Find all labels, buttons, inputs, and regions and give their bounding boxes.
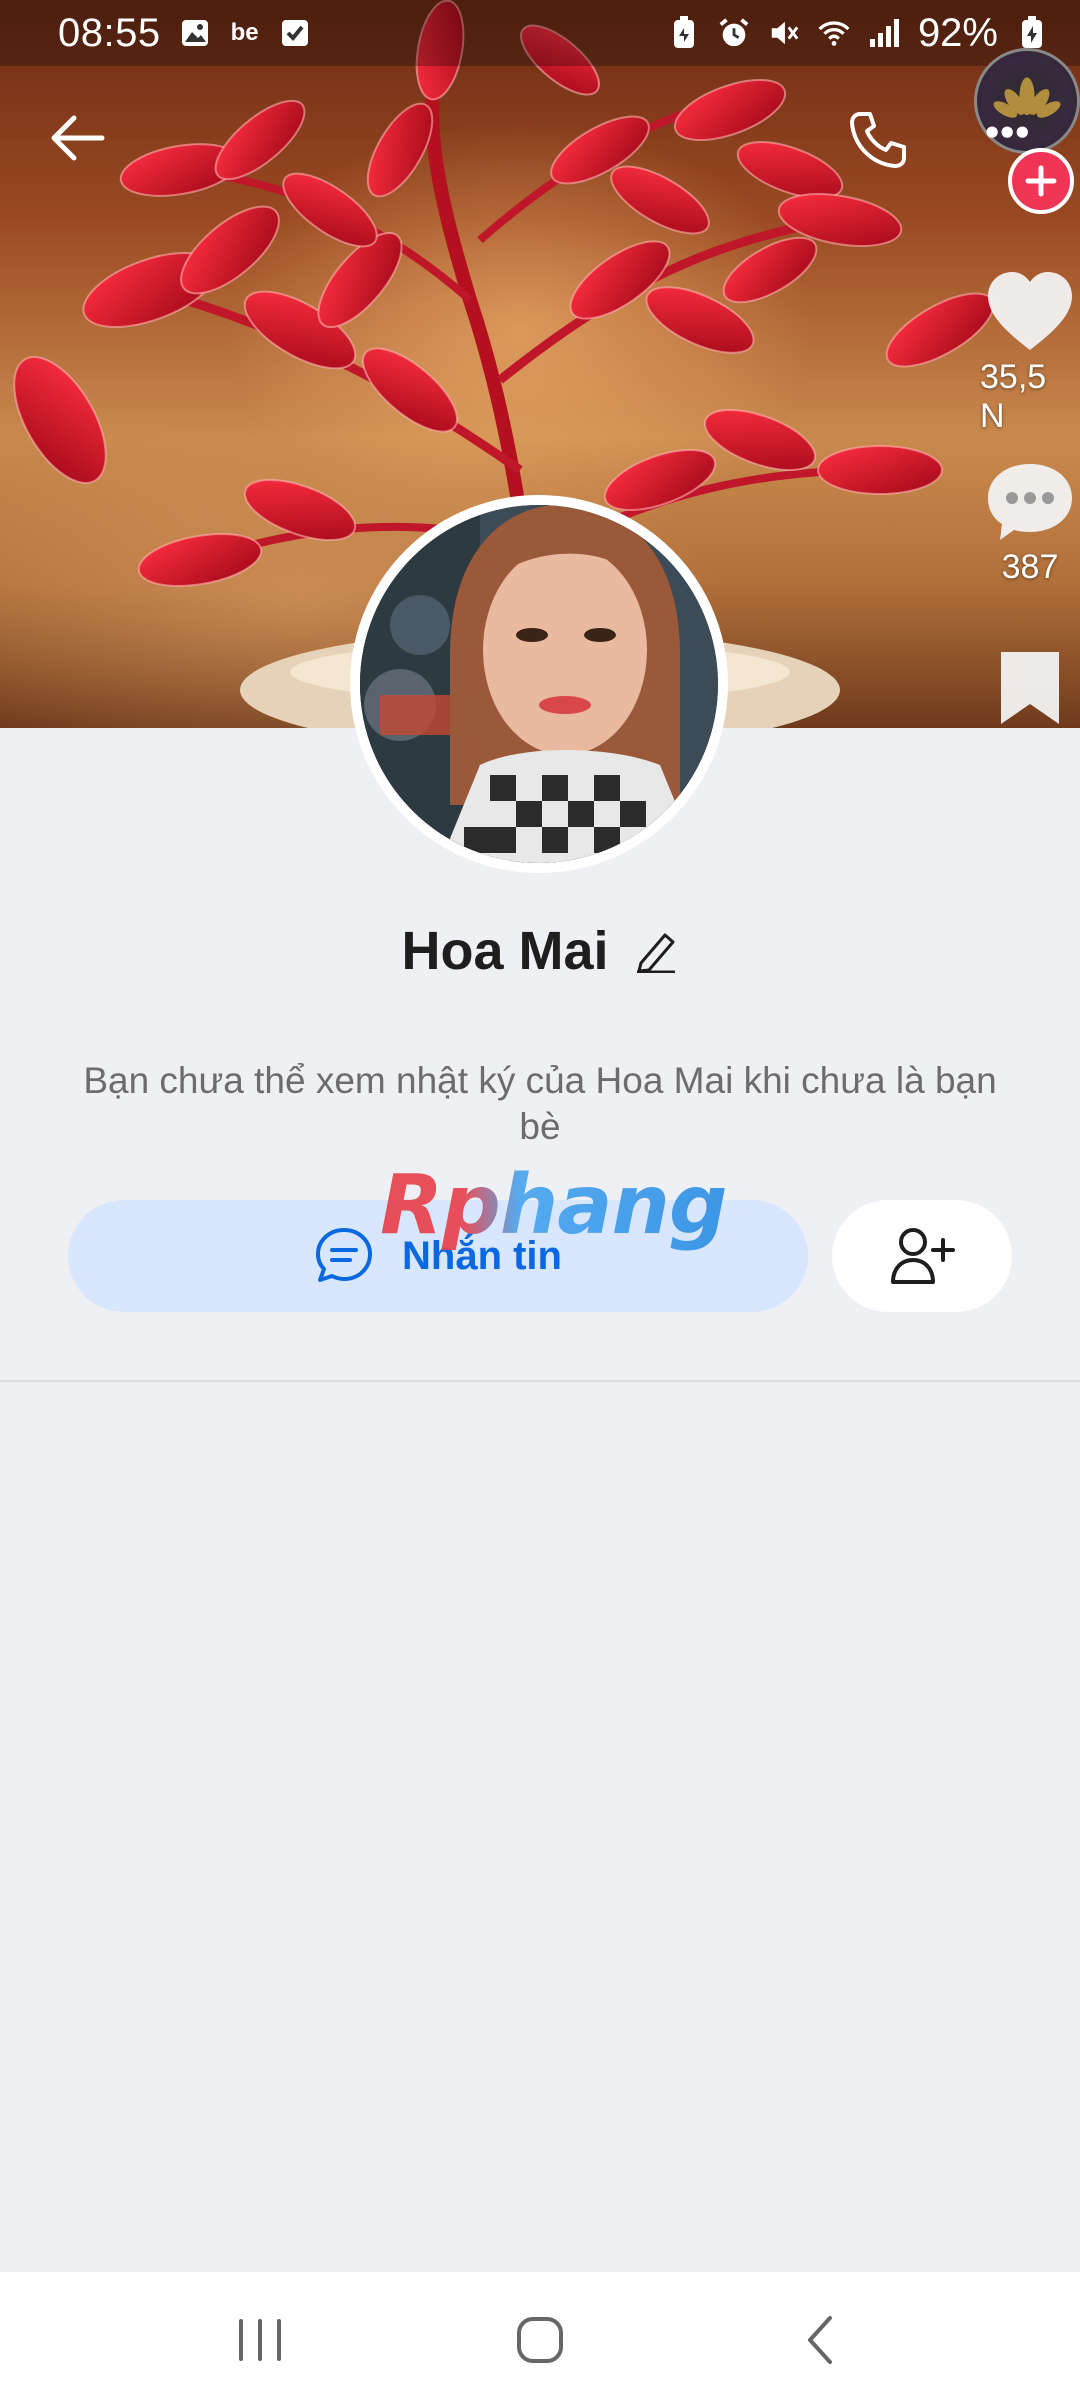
more-dots-icon (986, 77, 1061, 138)
status-time: 08:55 (58, 10, 161, 55)
avatar-photo (360, 505, 718, 863)
profile-name-row: Hoa Mai (0, 920, 1080, 982)
system-nav-bar (0, 2272, 1080, 2408)
add-friend-button[interactable] (832, 1200, 1012, 1312)
watermark-logo: Rphang (380, 1158, 728, 1253)
plus-icon (1025, 165, 1057, 197)
edit-name-button[interactable] (633, 928, 679, 974)
status-bar: 08:55 be 92% (0, 0, 1080, 66)
profile-name: Hoa Mai (401, 921, 609, 981)
bookmark-icon (1001, 652, 1059, 724)
be-app-icon: be (230, 19, 259, 46)
friend-required-notice: Bạn chưa thể xem nhật ký của Hoa Mai khi… (83, 1060, 997, 1147)
bookmark-stat[interactable] (980, 650, 1080, 726)
home-icon (517, 2317, 563, 2363)
heart-icon (988, 272, 1072, 350)
pencil-icon (636, 933, 675, 973)
gallery-icon (179, 17, 211, 49)
mute-icon (768, 17, 800, 49)
like-count: 35,5 N (980, 358, 1047, 435)
follow-plus-badge[interactable] (1008, 148, 1074, 214)
like-stat[interactable]: 35,5 N (980, 270, 1080, 436)
more-button[interactable] (974, 48, 1080, 154)
system-back-button[interactable] (760, 2290, 880, 2390)
call-button[interactable] (838, 100, 918, 180)
home-button[interactable] (480, 2290, 600, 2390)
back-icon (808, 2316, 832, 2364)
checkbox-icon (279, 17, 311, 49)
recent-apps-icon (239, 2319, 281, 2361)
section-divider (0, 1380, 1080, 1382)
alarm-icon (718, 17, 750, 49)
charging-icon (1016, 16, 1048, 49)
arrow-left-icon (51, 115, 105, 161)
comment-count: 387 (1001, 548, 1059, 586)
phone-icon (850, 112, 906, 168)
comment-stat[interactable]: 387 (980, 460, 1080, 587)
recent-apps-button[interactable] (200, 2290, 320, 2390)
back-button[interactable] (40, 100, 116, 176)
signal-icon (868, 17, 900, 49)
chat-bubble-icon (316, 1228, 372, 1282)
comment-bubble-icon (988, 464, 1072, 540)
wifi-icon (818, 17, 850, 49)
battery-saver-icon (668, 16, 700, 49)
avatar[interactable] (350, 495, 728, 873)
add-person-icon (891, 1228, 955, 1284)
